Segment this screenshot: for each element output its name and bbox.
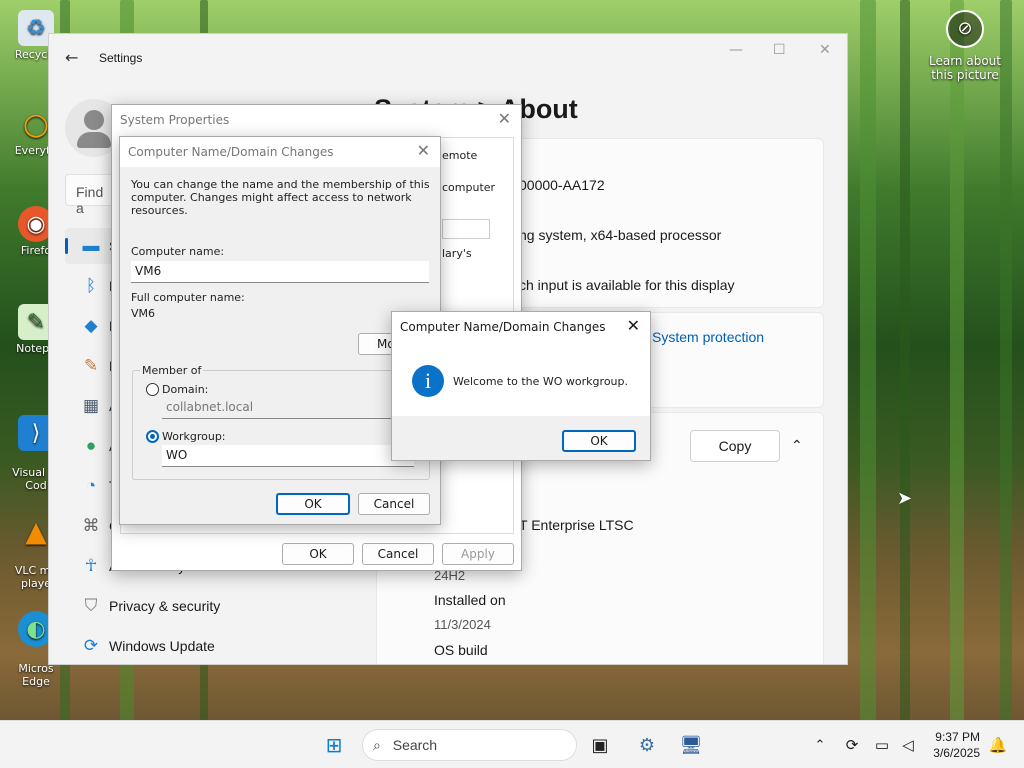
display-icon: ▬ <box>82 236 100 255</box>
welcome-message: Welcome to the WO workgroup. <box>453 375 628 388</box>
ok-button[interactable]: OK <box>282 543 354 565</box>
system-type-value: ng system, x64-based processor <box>519 227 722 243</box>
maximize-icon[interactable]: ☐ <box>773 42 786 58</box>
cancel-button[interactable]: Cancel <box>362 543 434 565</box>
edition-value: T Enterprise LTSC <box>519 517 634 533</box>
workgroup-label: Workgroup: <box>162 430 226 443</box>
network-icon[interactable]: ▭ <box>868 731 896 759</box>
member-of-label: Member of <box>140 364 204 377</box>
computer-name-label: Computer name: <box>131 245 225 258</box>
gaming-icon: ⌘ <box>82 516 100 535</box>
domain-label: Domain: <box>162 383 209 396</box>
dialog-title: System Properties <box>120 113 230 127</box>
full-name-label: Full computer name: <box>131 291 245 304</box>
chevron-up-icon[interactable]: ⌃ <box>806 731 834 759</box>
ok-button[interactable]: OK <box>562 430 636 452</box>
taskbar: ⊞ ⌕ Search ▣ ⚙ 🖥 ⌃ ⟳ ▭ ◁ 9:37 PM 3/6/202… <box>0 720 1024 768</box>
welcome-message-dialog: Computer Name/Domain Changes ✕ i Welcome… <box>391 311 651 461</box>
os-build-label: OS build <box>434 642 488 658</box>
nav-item-privacy[interactable]: ⛉ Privacy & security <box>65 588 385 624</box>
domain-input[interactable]: collabnet.local <box>162 397 414 419</box>
back-arrow-icon[interactable]: ← <box>65 48 78 67</box>
remote-tab-partial[interactable]: emote <box>442 149 477 162</box>
system-protection-link[interactable]: System protection <box>652 329 764 345</box>
search-icon: ⌕ <box>373 737 381 753</box>
dialog-title: Computer Name/Domain Changes <box>400 320 606 334</box>
start-windows-icon[interactable]: ⊞ <box>320 731 348 759</box>
nav-label: Privacy & security <box>109 598 221 614</box>
learn-about-label: Learn about this picture <box>929 54 1001 82</box>
update-icon: ⟳ <box>83 636 99 655</box>
window-title: Settings <box>99 51 143 65</box>
ok-button[interactable]: OK <box>276 493 350 515</box>
ary-text-partial: lary's <box>442 247 472 260</box>
minimize-icon[interactable]: — <box>729 42 743 58</box>
accessibility-icon: ☥ <box>84 556 98 575</box>
settings-gear-icon[interactable]: ⚙ <box>633 731 661 759</box>
nav-label: Windows Update <box>109 638 215 654</box>
update-status-icon[interactable]: ⟳ <box>838 731 866 759</box>
apply-button[interactable]: Apply <box>442 543 514 565</box>
computer-text-partial: computer <box>442 181 496 194</box>
cancel-button[interactable]: Cancel <box>358 493 430 515</box>
copy-button[interactable]: Copy <box>690 430 780 462</box>
pen-touch-value: ch input is available for this display <box>519 277 735 293</box>
installed-on-value: 11/3/2024 <box>434 617 491 632</box>
volume-icon[interactable]: ◁ <box>894 731 922 759</box>
domain-radio[interactable] <box>146 383 159 396</box>
learn-about-picture[interactable]: ⊘ Learn about this picture <box>920 10 1010 82</box>
accounts-icon: ● <box>85 436 97 455</box>
bluetooth-icon: ᛒ <box>85 276 97 295</box>
close-icon[interactable]: ✕ <box>498 109 511 128</box>
close-icon[interactable]: ✕ <box>627 316 640 335</box>
installed-on-label: Installed on <box>434 592 506 608</box>
product-id-value: 00000-AA172 <box>519 177 605 193</box>
title-bar: ← Settings — ☐ ✕ <box>49 34 847 84</box>
mouse-cursor: ➤ <box>897 488 913 509</box>
computer-description-field[interactable] <box>442 219 490 239</box>
brush-icon: ✎ <box>83 356 99 375</box>
nav-item-windows-update[interactable]: ⟳ Windows Update <box>65 628 385 664</box>
taskbar-clock[interactable]: 9:37 PM 3/6/2025 <box>933 729 980 761</box>
info-icon: i <box>412 365 444 397</box>
clock-time: 9:37 PM <box>935 730 980 744</box>
workgroup-input[interactable]: WO <box>162 445 414 467</box>
task-view-icon[interactable]: ▣ <box>586 731 614 759</box>
taskbar-search[interactable]: ⌕ Search <box>362 729 577 761</box>
chevron-up-icon[interactable]: ⌃ <box>791 437 803 454</box>
shield-icon: ⛉ <box>84 596 98 615</box>
dialog-title: Computer Name/Domain Changes <box>128 145 334 159</box>
apps-icon: ▦ <box>82 396 100 415</box>
workgroup-radio[interactable] <box>146 430 159 443</box>
description-text: You can change the name and the membersh… <box>131 178 430 217</box>
camera-icon: ⊘ <box>946 10 984 48</box>
notification-bell-icon[interactable]: 🔔 <box>984 731 1012 759</box>
system-properties-taskbar-icon[interactable]: 🖥 <box>677 731 705 759</box>
clock-date: 3/6/2025 <box>933 746 980 760</box>
wifi-icon: ◆ <box>84 316 98 335</box>
desktop-icon-label: Micros Edge <box>18 662 54 688</box>
time-icon: ◔ <box>85 476 97 495</box>
full-name-value: VM6 <box>131 307 156 320</box>
close-icon[interactable]: ✕ <box>417 141 430 160</box>
computer-name-input[interactable]: VM6 <box>131 261 429 283</box>
close-icon[interactable]: ✕ <box>819 42 831 58</box>
search-placeholder: Search <box>392 737 438 753</box>
